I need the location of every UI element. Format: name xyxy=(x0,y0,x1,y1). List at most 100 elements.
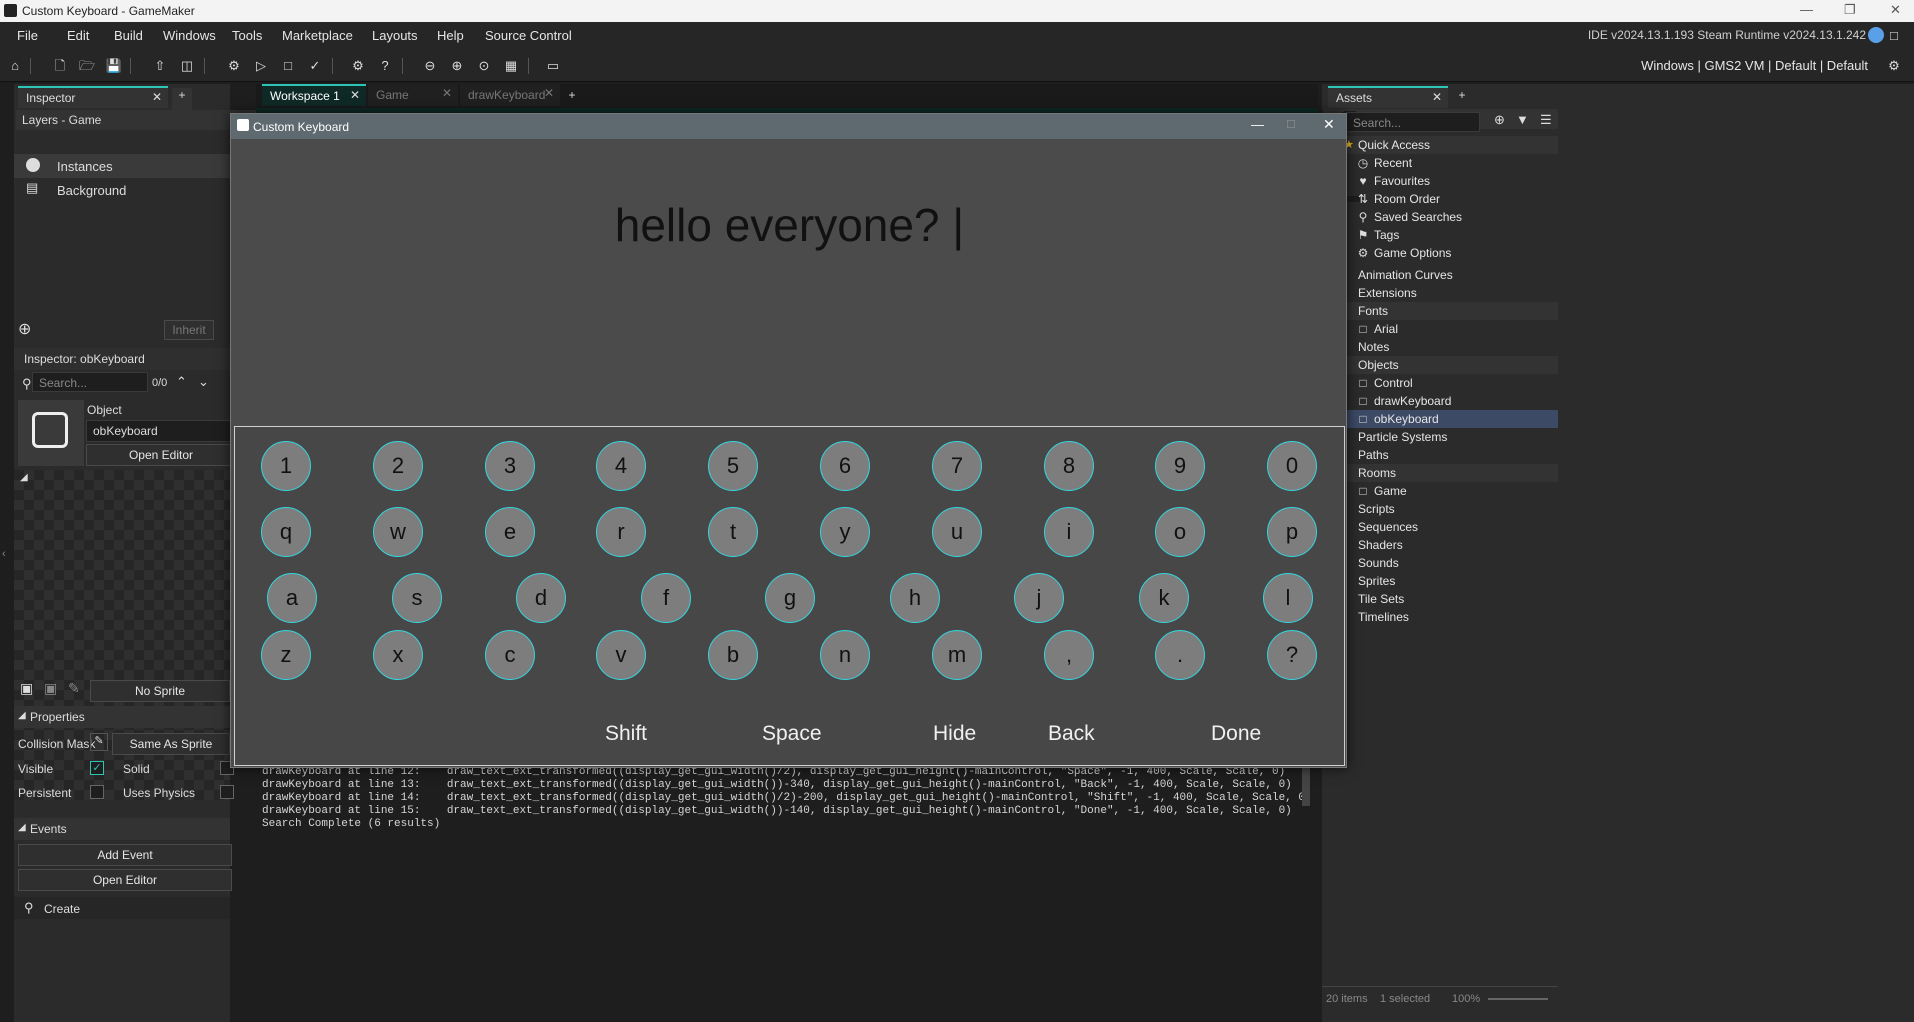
key[interactable]: t xyxy=(708,507,758,557)
collapse-left-icon[interactable]: ‹ xyxy=(2,548,6,560)
key[interactable]: r xyxy=(596,507,646,557)
quick-access-item[interactable]: ⚑ Tags xyxy=(1322,226,1558,244)
done-key[interactable]: Done xyxy=(1211,722,1261,746)
properties-header[interactable]: ◢ Properties xyxy=(14,706,230,728)
visible-checkbox[interactable]: ✓ xyxy=(90,761,104,775)
target-selector[interactable]: Windows | GMS2 VM | Default | Default xyxy=(1641,58,1868,73)
clean-icon[interactable]: ✓ xyxy=(305,56,325,76)
key[interactable]: b xyxy=(708,630,758,680)
brush-icon[interactable]: ✎ xyxy=(68,680,80,697)
key[interactable]: y xyxy=(820,507,870,557)
close-icon[interactable]: ✕ xyxy=(442,86,452,100)
key[interactable]: l xyxy=(1263,573,1313,623)
tab-inspector[interactable]: Inspector ✕ xyxy=(18,86,168,108)
asset-item[interactable]: Sprites xyxy=(1322,572,1558,590)
key[interactable]: , xyxy=(1044,630,1094,680)
stop-icon[interactable]: □ xyxy=(278,56,298,76)
hide-key[interactable]: Hide xyxy=(933,722,976,746)
key[interactable]: g xyxy=(765,573,815,623)
mask-edit-icon[interactable]: ✎ xyxy=(90,733,108,751)
target-settings-icon[interactable]: ⚙ xyxy=(1884,56,1904,76)
key[interactable]: e xyxy=(485,507,535,557)
key[interactable]: a xyxy=(267,573,317,623)
add-tab-icon[interactable]: + xyxy=(172,88,192,110)
asset-item[interactable]: Paths xyxy=(1322,446,1558,464)
sprite-edit-icon[interactable]: ▣ xyxy=(44,680,57,697)
key[interactable]: 4 xyxy=(596,441,646,491)
quick-access-item[interactable]: ⚲ Saved Searches xyxy=(1322,208,1558,226)
menu-layouts[interactable]: Layouts xyxy=(372,28,418,43)
settings-icon[interactable]: ⚙ xyxy=(348,56,368,76)
home-icon[interactable]: ⌂ xyxy=(5,56,25,76)
asset-item[interactable]: Animation Curves xyxy=(1322,266,1558,284)
add-layer-icon[interactable]: ⊕ xyxy=(18,319,31,339)
key[interactable]: 3 xyxy=(485,441,535,491)
close-icon[interactable]: ✕ xyxy=(350,88,360,102)
quick-access-item[interactable]: ♥ Favourites xyxy=(1322,172,1558,190)
key[interactable]: 0 xyxy=(1267,441,1317,491)
layer-background[interactable]: ▤ Background xyxy=(14,178,230,202)
layer-instances[interactable]: Instances xyxy=(14,154,230,178)
zoom-in-icon[interactable]: ⊕ xyxy=(447,56,467,76)
debug-icon[interactable]: ⚙ xyxy=(224,56,244,76)
asset-item[interactable]: □ obKeyboard xyxy=(1322,410,1558,428)
asset-item[interactable]: □ Arial xyxy=(1322,320,1558,338)
help-icon[interactable]: ? xyxy=(375,56,395,76)
key[interactable]: p xyxy=(1267,507,1317,557)
key[interactable]: o xyxy=(1155,507,1205,557)
key[interactable]: n xyxy=(820,630,870,680)
close-icon[interactable]: ✕ xyxy=(1323,116,1335,133)
add-tab-icon[interactable]: + xyxy=(562,88,582,110)
key[interactable]: v xyxy=(596,630,646,680)
create-exe-icon[interactable]: ◫ xyxy=(177,56,197,76)
chevron-up-icon[interactable]: ⌃ xyxy=(176,374,187,390)
key[interactable]: i xyxy=(1044,507,1094,557)
maximize-icon[interactable]: □ xyxy=(1287,116,1295,131)
key[interactable]: j xyxy=(1014,573,1064,623)
close-icon[interactable]: ✕ xyxy=(152,90,162,104)
key[interactable]: m xyxy=(932,630,982,680)
zoom-out-icon[interactable]: ⊖ xyxy=(420,56,440,76)
asset-item[interactable]: □ drawKeyboard xyxy=(1322,392,1558,410)
key[interactable]: c xyxy=(485,630,535,680)
space-key[interactable]: Space xyxy=(762,722,822,746)
monitor-icon[interactable]: ▭ xyxy=(543,56,563,76)
open-folder-icon[interactable]: 🗁 xyxy=(77,56,97,76)
open-editor-events-button[interactable]: Open Editor xyxy=(18,869,232,891)
inherit-button[interactable]: Inherit xyxy=(164,320,214,340)
key[interactable]: z xyxy=(261,630,311,680)
key[interactable]: q xyxy=(261,507,311,557)
asset-group[interactable]: Objects xyxy=(1322,356,1558,374)
open-editor-button[interactable]: Open Editor xyxy=(86,444,236,466)
key[interactable]: . xyxy=(1155,630,1205,680)
asset-item[interactable]: Sounds xyxy=(1322,554,1558,572)
quick-access-item[interactable]: ⇅ Room Order xyxy=(1322,190,1558,208)
minimize-icon[interactable]: — xyxy=(1251,117,1264,132)
back-key[interactable]: Back xyxy=(1048,722,1095,746)
export-icon[interactable]: ⇧ xyxy=(150,56,170,76)
menu-icon[interactable]: ☰ xyxy=(1540,112,1552,128)
key[interactable]: 8 xyxy=(1044,441,1094,491)
quick-access-item[interactable]: ⚙ Game Options xyxy=(1322,244,1558,262)
key[interactable]: w xyxy=(373,507,423,557)
menu-source-control[interactable]: Source Control xyxy=(485,28,572,43)
key[interactable]: f xyxy=(641,573,691,623)
minimize-icon[interactable]: — xyxy=(1800,2,1813,17)
asset-item[interactable]: Scripts xyxy=(1322,500,1558,518)
collapse-icon[interactable]: ◢ xyxy=(20,472,28,483)
key[interactable]: k xyxy=(1139,573,1189,623)
close-icon[interactable]: ✕ xyxy=(1890,2,1901,18)
menu-edit[interactable]: Edit xyxy=(67,28,89,43)
menu-file[interactable]: File xyxy=(17,28,38,43)
key[interactable]: x xyxy=(373,630,423,680)
zoom-reset-icon[interactable]: ⊙ xyxy=(474,56,494,76)
menu-tools[interactable]: Tools xyxy=(232,28,262,43)
add-tab-icon[interactable]: + xyxy=(1452,88,1472,110)
asset-item[interactable]: Timelines xyxy=(1322,608,1558,626)
add-asset-icon[interactable]: ⊕ xyxy=(1494,112,1505,128)
shift-key[interactable]: Shift xyxy=(605,722,647,746)
event-create[interactable]: ⚲ Create xyxy=(14,897,230,919)
key[interactable]: 5 xyxy=(708,441,758,491)
zoom-slider[interactable] xyxy=(1488,998,1548,1000)
menu-build[interactable]: Build xyxy=(114,28,143,43)
